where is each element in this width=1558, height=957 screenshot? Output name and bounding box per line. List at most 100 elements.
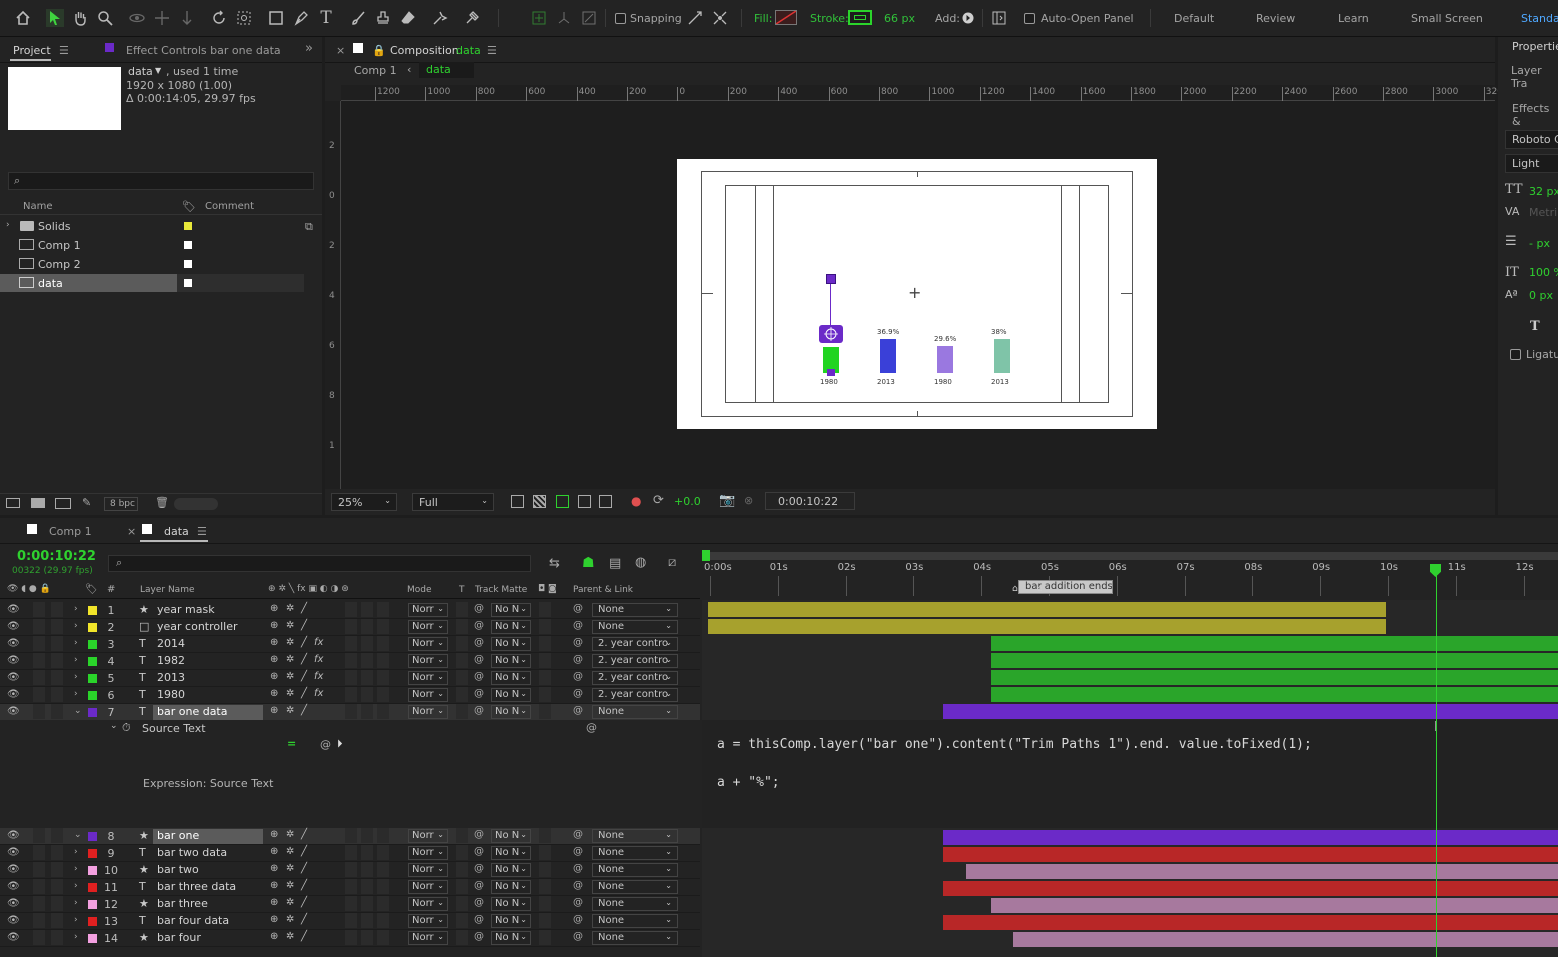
motion-blur-switch[interactable]	[345, 930, 357, 945]
draft-3d-icon[interactable]: ☗	[582, 555, 595, 571]
shy-switch-icon[interactable]: ⊕	[270, 705, 278, 716]
composition-mini-flowchart-icon[interactable]: ⇆	[549, 556, 560, 571]
show-snapshot-icon[interactable]: ⊗	[744, 494, 753, 507]
panel-toggle-icon[interactable]	[990, 9, 1008, 27]
solo-switch[interactable]	[33, 670, 45, 685]
parent-pickwhip-icon[interactable]: @	[573, 829, 583, 840]
mask-visibility-icon[interactable]	[556, 495, 569, 508]
preserve-transparency-switch[interactable]	[456, 704, 468, 719]
layer-duration-bar[interactable]	[708, 619, 1386, 634]
adjustment-switch[interactable]	[361, 828, 373, 843]
expression-language-menu-icon[interactable]: ⏵	[337, 737, 343, 751]
layer-label-swatch[interactable]	[88, 657, 97, 666]
track-matte-dropdown[interactable]: No N ⌄	[491, 620, 531, 634]
layer-duration-bar[interactable]	[991, 898, 1558, 913]
work-area-start-handle[interactable]	[702, 550, 710, 561]
workspace-standard[interactable]: Standa	[1521, 12, 1558, 25]
item-label-swatch[interactable]	[184, 279, 192, 287]
clone-stamp-tool-icon[interactable]	[374, 9, 392, 27]
adjustment-switch[interactable]	[361, 670, 373, 685]
parent-dropdown[interactable]: None ⌄	[592, 705, 678, 719]
col-comment[interactable]: Comment	[205, 201, 254, 212]
quality-switch-icon[interactable]: ╱	[301, 637, 307, 648]
adjustment-switch[interactable]	[361, 602, 373, 617]
eye-icon[interactable]: 👁	[7, 830, 20, 841]
tab-project[interactable]: Project	[13, 44, 51, 57]
quality-switch-icon[interactable]: ╱	[301, 914, 307, 925]
track-matte-dropdown[interactable]: No N ⌄	[491, 705, 531, 719]
parent-dropdown[interactable]: None ⌄	[592, 914, 678, 928]
shy-switch-icon[interactable]: ⊕	[270, 671, 278, 682]
dolly-camera-icon[interactable]	[178, 9, 196, 27]
quality-switch-icon[interactable]: ╱	[301, 671, 307, 682]
layer-label-swatch[interactable]	[88, 832, 97, 841]
track-matte-pickwhip-icon[interactable]: @	[474, 671, 484, 682]
quality-switch-icon[interactable]: ╱	[301, 863, 307, 874]
item-dropdown-icon[interactable]: ▼	[155, 66, 161, 75]
parent-dropdown[interactable]: None ⌄	[592, 620, 678, 634]
expand-arrow-icon[interactable]: ›	[74, 915, 78, 925]
layer-label-swatch[interactable]	[88, 691, 97, 700]
solo-switch[interactable]	[33, 636, 45, 651]
add-menu-icon[interactable]	[959, 9, 977, 27]
preserve-transparency-switch[interactable]	[456, 670, 468, 685]
composition-viewer[interactable]: + 1980 2013 36.9% 1980 29.6% 2013 38%	[341, 101, 1495, 489]
quality-switch-icon[interactable]: ╱	[301, 846, 307, 857]
layer-label-swatch[interactable]	[88, 917, 97, 926]
solo-switch[interactable]	[33, 845, 45, 860]
lock-switch[interactable]	[51, 913, 63, 928]
anchor-point-handle[interactable]	[819, 325, 843, 343]
brush-tool-icon[interactable]	[349, 9, 367, 27]
expand-arrow-icon[interactable]: ›	[74, 621, 78, 631]
eye-icon[interactable]: 👁	[7, 621, 20, 632]
3d-switch[interactable]	[377, 670, 389, 685]
layer-name[interactable]: 1982	[153, 654, 263, 669]
faux-bold-icon[interactable]: T	[1530, 319, 1540, 334]
track-matte-dropdown[interactable]: No N ⌄	[491, 671, 531, 685]
track-matte-dropdown[interactable]: No N ⌄	[491, 846, 531, 860]
layer-row[interactable]: 👁 › 13 Tbar four data ⊕ ✲ ╱ Norr ⌄ @ No N ⌄ @ None ⌄	[0, 913, 700, 930]
track-matte-pickwhip-icon[interactable]: @	[474, 897, 484, 908]
project-item-solids[interactable]: › Solids	[0, 217, 304, 235]
layer-name[interactable]: bar three data	[153, 880, 263, 895]
expand-arrow-icon[interactable]: ⌄	[74, 706, 82, 716]
collapse-switch-icon[interactable]: ✲	[286, 931, 294, 942]
layer-name[interactable]: year mask	[153, 603, 263, 618]
quality-switch-icon[interactable]: ╱	[301, 603, 307, 614]
layer-row[interactable]: 👁 › 3 T 2014 ⊕ ✲ ╱ fx Norr ⌄ @ No N ⌄ @2. year contro ⌄	[0, 636, 700, 653]
snap-features-icon[interactable]	[711, 9, 729, 27]
fill-color-swatch[interactable]	[775, 10, 797, 25]
preserve-transparency-switch[interactable]	[456, 653, 468, 668]
eye-icon[interactable]: 👁	[7, 915, 20, 926]
shy-switch-icon[interactable]: ⊕	[270, 688, 278, 699]
pan-camera-icon[interactable]	[153, 9, 171, 27]
matte-invert-switch[interactable]	[539, 845, 551, 860]
col-layer-name[interactable]: Layer Name	[140, 585, 195, 595]
lock-switch[interactable]	[51, 602, 63, 617]
layer-label-swatch[interactable]	[88, 674, 97, 683]
selection-tool-icon[interactable]	[46, 9, 64, 27]
eye-icon[interactable]: 👁	[7, 881, 20, 892]
adjustment-switch[interactable]	[361, 619, 373, 634]
expand-arrow-icon[interactable]: ›	[74, 689, 78, 699]
blend-mode-dropdown[interactable]: Norr ⌄	[408, 863, 448, 877]
chart-bar[interactable]	[994, 339, 1010, 373]
stroke-color-swatch[interactable]	[848, 10, 872, 25]
blend-mode-dropdown[interactable]: Norr ⌄	[408, 705, 448, 719]
rectangle-tool-icon[interactable]	[267, 9, 285, 27]
expand-arrow-icon[interactable]: ⌄	[110, 721, 118, 731]
layer-duration-bar[interactable]	[991, 636, 1558, 651]
track-matte-pickwhip-icon[interactable]: @	[474, 620, 484, 631]
layer-row[interactable]: 👁 › 6 T 1980 ⊕ ✲ ╱ fx Norr ⌄ @ No N ⌄ @2. year contro ⌄	[0, 687, 700, 704]
baseline-shift-value[interactable]: 0 px	[1529, 289, 1553, 302]
lock-icon[interactable]: 🔒	[372, 44, 386, 57]
motion-blur-switch[interactable]	[345, 896, 357, 911]
workspace-default[interactable]: Default	[1174, 12, 1214, 25]
expand-arrow-icon[interactable]: ›	[6, 220, 10, 230]
collapse-switch-icon[interactable]: ✲	[286, 914, 294, 925]
lock-switch[interactable]	[51, 930, 63, 945]
track-matte-pickwhip-icon[interactable]: @	[474, 846, 484, 857]
collapse-switch-icon[interactable]: ✲	[286, 637, 294, 648]
orbit-camera-icon[interactable]	[128, 9, 146, 27]
3d-switch[interactable]	[377, 619, 389, 634]
